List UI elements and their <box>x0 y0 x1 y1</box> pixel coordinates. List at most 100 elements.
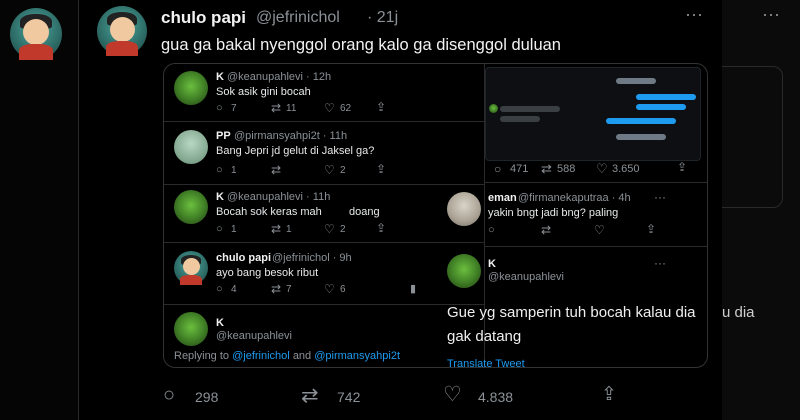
reply-author: eman <box>488 192 517 204</box>
retweet-count: 742 <box>337 389 361 405</box>
reply-icon: ○ <box>216 102 223 114</box>
reply-text: gak datang <box>447 328 522 345</box>
retweet-icon: ⇄ <box>271 101 282 115</box>
more-options-icon[interactable]: ··· <box>685 4 703 25</box>
reply-divider <box>485 182 707 183</box>
reply-author: chulo papi <box>216 252 271 264</box>
reply-divider <box>164 304 484 305</box>
right-card-fragment <box>722 66 783 208</box>
more-options-icon: ··· <box>762 4 780 24</box>
retweet-count: 1 <box>286 224 292 235</box>
reply-icon[interactable]: ○ <box>163 384 175 407</box>
attached-screenshot[interactable]: K @keanupahlevi · 12h Sok asik gini boca… <box>163 63 708 368</box>
reply-text: ayo bang besok ribut <box>216 267 319 279</box>
reply-divider <box>485 246 707 247</box>
author-avatar[interactable] <box>97 6 147 56</box>
avatar <box>447 254 481 288</box>
reply-count: 1 <box>231 224 237 235</box>
reply-icon: ○ <box>488 224 495 236</box>
reply-icon: ○ <box>216 223 223 235</box>
author-handle[interactable]: @jefrinichol <box>256 9 340 27</box>
dm-screenshot-thumbnail <box>485 67 701 161</box>
avatar <box>174 312 208 346</box>
reply-handle: @firmanekaputraa · 4h <box>518 192 631 204</box>
share-icon: ⇪ <box>376 162 387 176</box>
reply-icon: ○ <box>216 283 223 295</box>
reply-text: Bocah sok keras mah <box>216 206 322 218</box>
avatar <box>174 71 208 105</box>
reply-author: K <box>216 71 224 83</box>
reply-divider <box>164 184 484 185</box>
right-strip-text: u dia <box>722 304 755 321</box>
reply-divider <box>164 242 484 243</box>
reply-author: PP <box>216 130 231 142</box>
reply-handle: @keanupahlevi <box>488 271 564 283</box>
reply-icon: ○ <box>216 164 223 176</box>
like-icon: ♡ <box>324 282 335 296</box>
avatar <box>174 130 208 164</box>
tweet-column: chulo papi @jefrinichol · 21j ··· gua ga… <box>78 0 723 420</box>
reply-handle: @keanupahlevi · 11h <box>227 191 331 203</box>
retweet-icon: ⇄ <box>271 163 282 177</box>
avatar <box>174 251 208 285</box>
retweet-icon: ⇄ <box>271 222 282 236</box>
like-count: 4.838 <box>478 389 514 405</box>
retweet-count: 11 <box>286 103 297 114</box>
reply-count: 7 <box>231 103 237 114</box>
reply-text: Sok asik gini bocah <box>216 86 311 98</box>
left-background-column <box>0 0 78 420</box>
like-icon[interactable]: ♡ <box>443 382 462 407</box>
more-options-icon: ··· <box>654 256 666 270</box>
replying-label: Replying to <box>174 350 230 362</box>
reply-divider <box>164 121 484 122</box>
avatar <box>10 8 62 60</box>
avatar <box>447 192 481 226</box>
share-icon: ⇪ <box>376 221 387 235</box>
replying-user-link: @pirmansyahpi2t <box>314 350 400 362</box>
like-icon: ♡ <box>594 223 605 237</box>
reply-author: K <box>216 317 224 329</box>
retweet-count: 7 <box>286 284 292 295</box>
like-count: 2 <box>340 224 346 235</box>
analytics-icon: ▮ <box>410 283 417 295</box>
share-icon[interactable]: ⇪ <box>601 383 617 406</box>
reply-count: 4 <box>231 284 237 295</box>
tweet-time[interactable]: · 21j <box>367 9 398 27</box>
like-icon: ♡ <box>324 101 335 115</box>
reply-text: Bang Jepri jd gelut di Jaksel ga? <box>216 145 375 157</box>
avatar <box>174 190 208 224</box>
reply-text: Gue yg samperin tuh bocah kalau dia <box>447 304 696 321</box>
like-icon: ♡ <box>596 161 608 176</box>
replying-user-link: @jefrinichol <box>232 350 290 362</box>
reply-text: yakin bngt jadi bng? paling <box>488 207 619 219</box>
reply-author: K <box>488 258 496 270</box>
like-icon: ♡ <box>324 163 335 177</box>
retweet-icon[interactable]: ⇄ <box>301 383 319 408</box>
share-icon: ⇪ <box>376 100 387 114</box>
author-name[interactable]: chulo papi <box>161 8 246 28</box>
reply-handle: @jefrinichol · 9h <box>272 252 352 264</box>
tweet-text: gua ga bakal nyenggol orang kalo ga dise… <box>161 36 561 54</box>
translate-link: Translate Tweet <box>447 358 525 368</box>
reply-count: 298 <box>195 389 219 405</box>
retweet-count: 588 <box>557 163 576 175</box>
retweet-icon: ⇄ <box>271 282 282 296</box>
retweet-icon: ⇄ <box>541 223 552 237</box>
retweet-icon: ⇄ <box>541 161 552 176</box>
reply-text-end: doang <box>349 206 380 218</box>
reply-count: 471 <box>510 163 529 175</box>
share-icon: ⇪ <box>646 222 657 236</box>
reply-handle: @pirmansyahpi2t · 11h <box>234 130 348 142</box>
like-icon: ♡ <box>324 222 335 236</box>
more-options-icon: ··· <box>654 190 666 204</box>
like-count: 2 <box>340 165 346 176</box>
reply-count: 1 <box>231 165 237 176</box>
like-count: 62 <box>340 103 352 114</box>
reply-icon: ○ <box>494 162 502 176</box>
reply-handle: @keanupahlevi · 12h <box>227 71 332 83</box>
replying-to-line: Replying to @jefrinichol and @pirmansyah… <box>174 350 400 362</box>
like-count: 6 <box>340 284 346 295</box>
right-background-column: ··· u dia <box>722 0 800 420</box>
replying-and: and <box>292 350 312 362</box>
reply-handle: @keanupahlevi <box>216 330 292 342</box>
